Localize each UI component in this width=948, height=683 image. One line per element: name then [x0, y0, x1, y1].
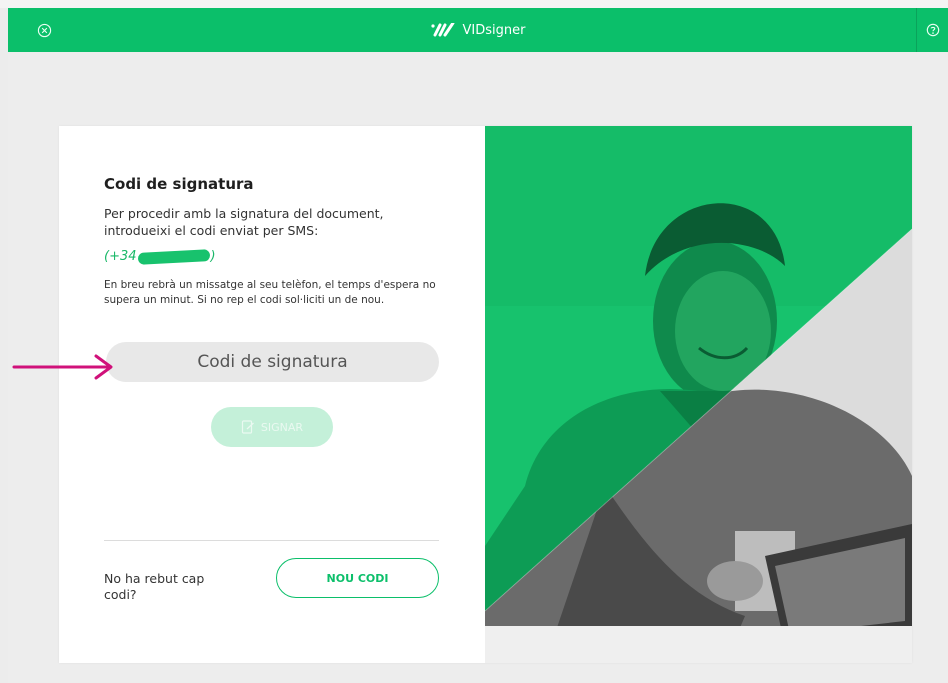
brand-name: VIDsigner [462, 22, 526, 38]
close-icon[interactable] [30, 8, 58, 52]
phone-number: (+34) [104, 248, 216, 265]
form-description: Per procedir amb la signatura del docume… [104, 206, 384, 238]
vidsigner-logo-icon [430, 23, 455, 37]
sign-button[interactable]: SIGNAR [211, 407, 333, 447]
sign-document-icon [241, 420, 254, 434]
redacted-phone-mark [137, 248, 210, 265]
phone-prefix: (+34 [104, 249, 137, 264]
app-header: VIDsigner [8, 8, 948, 52]
signature-form: Codi de signatura Per procedir amb la si… [59, 126, 485, 663]
brand: VIDsigner [430, 22, 526, 38]
top-strip [0, 0, 948, 8]
hero-photo [485, 126, 912, 663]
signature-code-input[interactable] [106, 342, 439, 382]
phone-suffix: ) [210, 249, 216, 264]
signature-card: Codi de signatura Per procedir amb la si… [59, 126, 912, 663]
divider [104, 540, 439, 541]
help-icon[interactable] [916, 8, 948, 52]
no-code-text: No ha rebut cap codi? [104, 571, 205, 602]
annotation-arrow-icon [12, 354, 113, 380]
form-title: Codi de signatura [104, 175, 254, 193]
sign-button-label: SIGNAR [260, 420, 304, 434]
wait-note: En breu rebrà un missatge al seu telèfon… [104, 279, 436, 306]
new-code-label: NOU CODI [326, 571, 389, 585]
new-code-button[interactable]: NOU CODI [276, 558, 439, 598]
